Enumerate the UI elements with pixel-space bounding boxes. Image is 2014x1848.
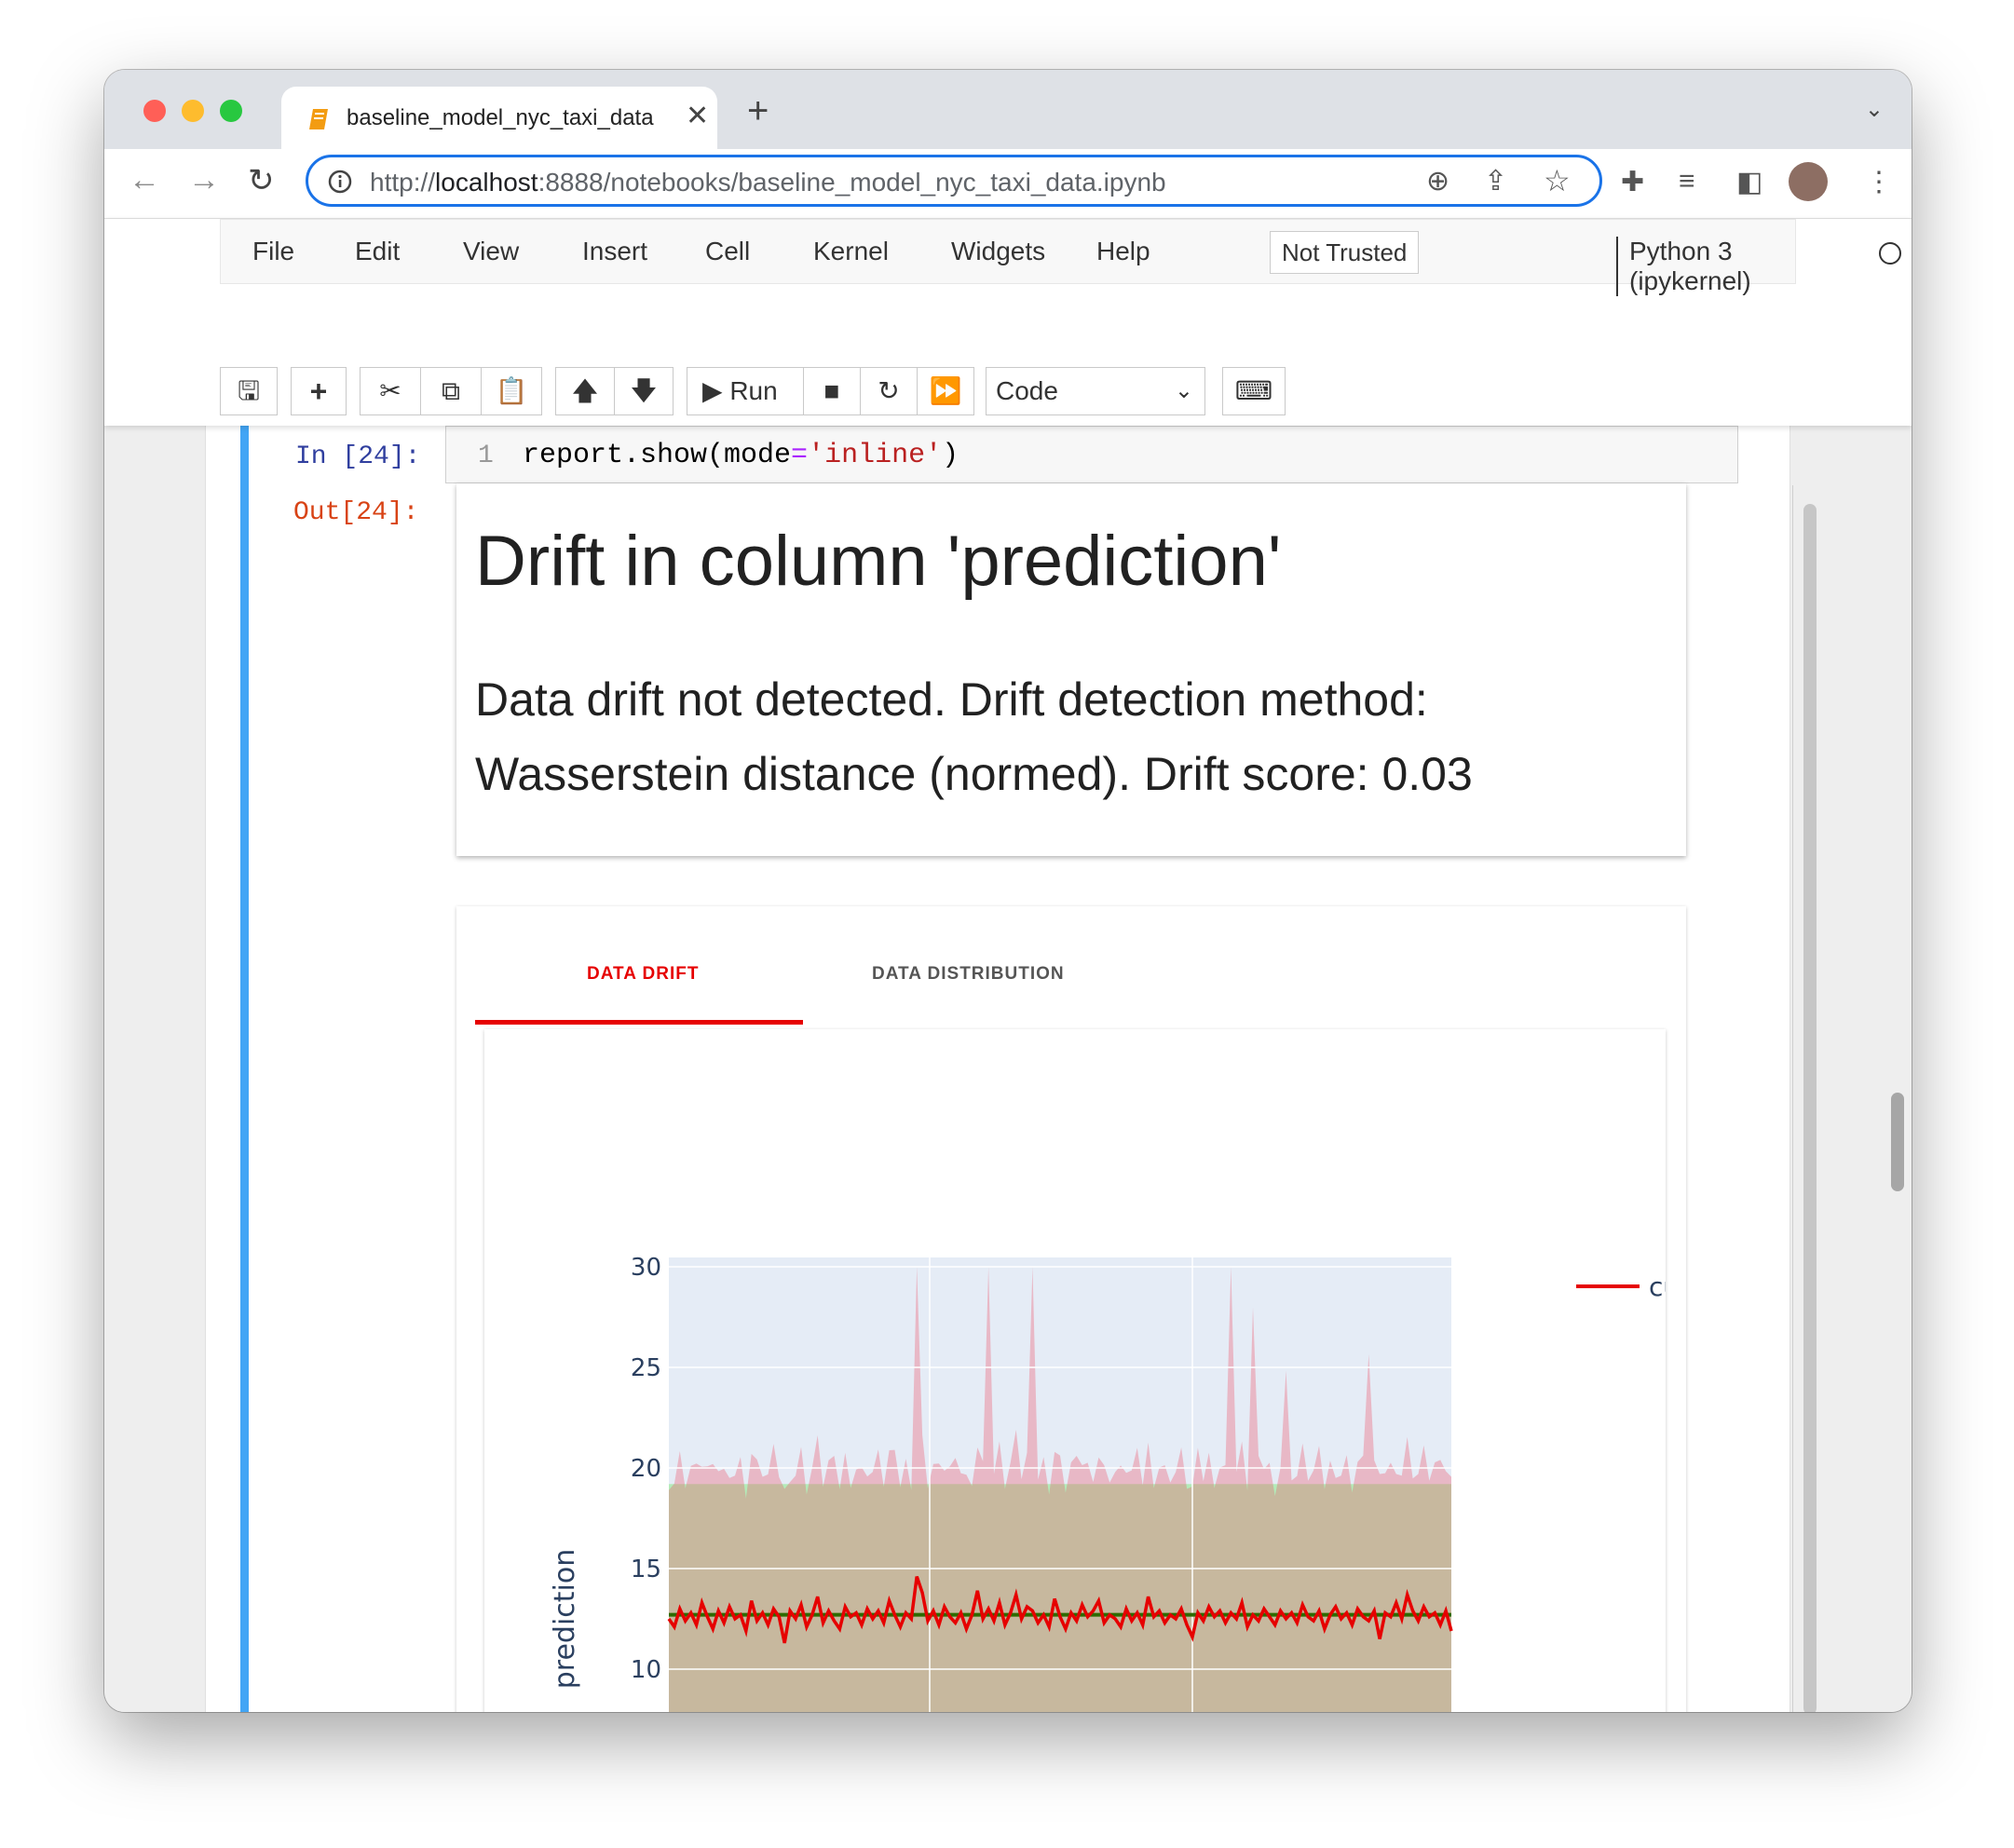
kernel-idle-indicator: [1879, 242, 1901, 265]
chevron-down-icon: ⌄: [1174, 378, 1193, 403]
stop-icon[interactable]: ■: [803, 367, 861, 415]
paste-icon[interactable]: 📋: [481, 367, 542, 415]
copy-icon[interactable]: ⧉: [420, 367, 482, 415]
report-summary: Data drift not detected. Drift detection…: [475, 673, 1473, 800]
jupyter-menubar: File Edit View Insert Cell Kernel Widget…: [220, 219, 1901, 296]
drift-chart: 51015202530predictioncurrent: [549, 1254, 1666, 1712]
y-tick-label-25: 25: [631, 1354, 661, 1382]
y-tick-label-15: 15: [631, 1556, 661, 1583]
selected-cell-indicator: [240, 426, 249, 1712]
tab-close-icon[interactable]: ✕: [686, 100, 709, 132]
legend-label-current: current: [1649, 1271, 1666, 1302]
y-tick-label-20: 20: [631, 1455, 661, 1483]
menu-cell[interactable]: Cell: [705, 237, 750, 266]
move-up-icon[interactable]: 🡅: [555, 367, 615, 415]
browser-menu-icon[interactable]: ⋮: [1865, 166, 1893, 198]
code-line: report.show(mode='inline'): [523, 440, 959, 471]
fast-forward-icon[interactable]: ⏩: [917, 367, 974, 415]
browser-toolbar: ← → ↻ http://localhost:8888/notebooks/ba…: [104, 149, 1912, 219]
url-text: http://localhost:8888/notebooks/baseline…: [370, 168, 1166, 197]
jupyter-header: File Edit View Insert Cell Kernel Widget…: [104, 219, 1912, 426]
extensions-puzzle-icon[interactable]: ✚: [1621, 166, 1644, 198]
profile-avatar[interactable]: [1789, 162, 1828, 201]
run-label: Run: [729, 376, 778, 405]
menu-edit[interactable]: Edit: [355, 237, 400, 266]
y-axis-label: prediction: [549, 1549, 581, 1690]
plot-container: 51015202530predictioncurrent: [484, 1029, 1666, 1712]
tab-data-drift[interactable]: DATA DRIFT: [587, 964, 699, 985]
tab-title: baseline_model_nyc_taxi_data: [347, 105, 654, 130]
output-divider: [1792, 485, 1793, 1712]
menu-view[interactable]: View: [463, 237, 519, 266]
output-prompt: Out[24]:: [293, 498, 419, 527]
cell-type-value: Code: [996, 376, 1058, 405]
report-title: Drift in column 'prediction': [475, 522, 1282, 601]
back-arrow-icon[interactable]: ←: [129, 162, 160, 198]
forward-arrow-icon[interactable]: →: [188, 162, 220, 198]
run-button[interactable]: ▶ Run: [687, 367, 804, 415]
y-tick-label-10: 10: [631, 1656, 661, 1684]
menu-insert[interactable]: Insert: [582, 237, 647, 266]
add-cell-icon[interactable]: +: [291, 367, 347, 415]
page-scrollbar[interactable]: [1891, 1093, 1904, 1191]
input-prompt: In [24]:: [295, 442, 421, 471]
kernel-name[interactable]: Python 3 (ipykernel): [1616, 237, 1795, 296]
site-info-icon[interactable]: [327, 169, 353, 195]
menu-help[interactable]: Help: [1096, 237, 1150, 266]
y-tick-label-30: 30: [631, 1254, 661, 1282]
menu-file[interactable]: File: [252, 237, 294, 266]
code-input[interactable]: 1 report.show(mode='inline'): [445, 426, 1738, 483]
side-panel-icon[interactable]: ◧: [1736, 166, 1762, 198]
browser-tab[interactable]: baseline_model_nyc_taxi_data ✕: [281, 87, 717, 149]
tab-search-chevron-icon[interactable]: ⌄: [1865, 96, 1884, 123]
tab-strip: baseline_model_nyc_taxi_data ✕ + ⌄: [104, 70, 1912, 149]
menu-widgets[interactable]: Widgets: [951, 237, 1045, 266]
run-play-icon: ▶: [702, 376, 723, 405]
move-down-icon[interactable]: 🡇: [614, 367, 674, 415]
drift-summary-card: Drift in column 'prediction' Data drift …: [456, 483, 1686, 856]
notebook-favicon-icon: [309, 109, 328, 129]
restart-icon[interactable]: ↻: [860, 367, 918, 415]
share-icon[interactable]: ⇪: [1484, 165, 1507, 197]
browser-window: baseline_model_nyc_taxi_data ✕ + ⌄ ← → ↻…: [104, 70, 1912, 1712]
close-window-button[interactable]: [143, 100, 166, 122]
cut-icon[interactable]: ✂: [360, 367, 421, 415]
output-scrollbar[interactable]: [1803, 504, 1817, 1712]
address-bar[interactable]: http://localhost:8888/notebooks/baseline…: [306, 155, 1602, 207]
media-control-icon[interactable]: ≡: [1679, 166, 1695, 197]
maximize-window-button[interactable]: [220, 100, 242, 122]
reload-icon[interactable]: ↻: [248, 162, 275, 199]
tab-data-distribution[interactable]: DATA DISTRIBUTION: [872, 964, 1065, 985]
active-tab-underline: [475, 1020, 803, 1025]
line-number: 1: [478, 442, 494, 470]
zoom-icon[interactable]: ⊕: [1426, 165, 1449, 197]
trust-button[interactable]: Not Trusted: [1270, 231, 1420, 274]
save-icon[interactable]: 🖫: [220, 367, 278, 415]
cell-type-select[interactable]: Code ⌄: [986, 367, 1205, 415]
menu-kernel[interactable]: Kernel: [813, 237, 889, 266]
bookmark-star-icon[interactable]: ☆: [1544, 163, 1571, 198]
new-tab-icon[interactable]: +: [747, 90, 769, 132]
minimize-window-button[interactable]: [182, 100, 204, 122]
keyboard-icon[interactable]: ⌨: [1222, 367, 1286, 415]
